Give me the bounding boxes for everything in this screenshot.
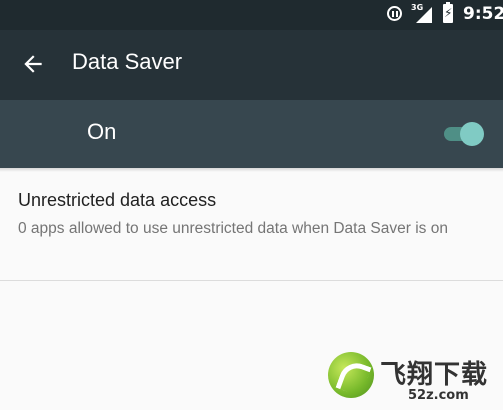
data-saver-toggle[interactable]	[444, 122, 484, 146]
page-title: Data Saver	[72, 49, 183, 74]
app-bar: Data Saver	[0, 30, 503, 100]
signal-icon	[416, 7, 432, 23]
preference-summary: 0 apps allowed to use unrestricted data …	[18, 220, 448, 237]
status-bar: 3G ⚡ 9:52	[0, 0, 503, 30]
watermark-domain: 52z.com	[408, 388, 469, 403]
watermark-brand: 飞翔下载	[380, 360, 489, 390]
arrow-back-icon[interactable]	[20, 51, 46, 77]
leaf-logo-icon	[328, 352, 374, 398]
list-divider	[0, 280, 503, 281]
preference-title: Unrestricted data access	[18, 190, 217, 210]
watermark: 飞翔下载 52z.com	[328, 352, 498, 408]
status-time: 9:52	[463, 4, 503, 24]
unrestricted-data-access-item[interactable]: Unrestricted data access 0 apps allowed …	[0, 172, 503, 280]
battery-charging-icon: ⚡	[443, 2, 453, 23]
toggle-thumb	[460, 122, 484, 146]
pause-circle-icon	[387, 6, 402, 21]
master-switch-bar[interactable]: On	[0, 100, 503, 168]
master-switch-label: On	[87, 119, 117, 144]
